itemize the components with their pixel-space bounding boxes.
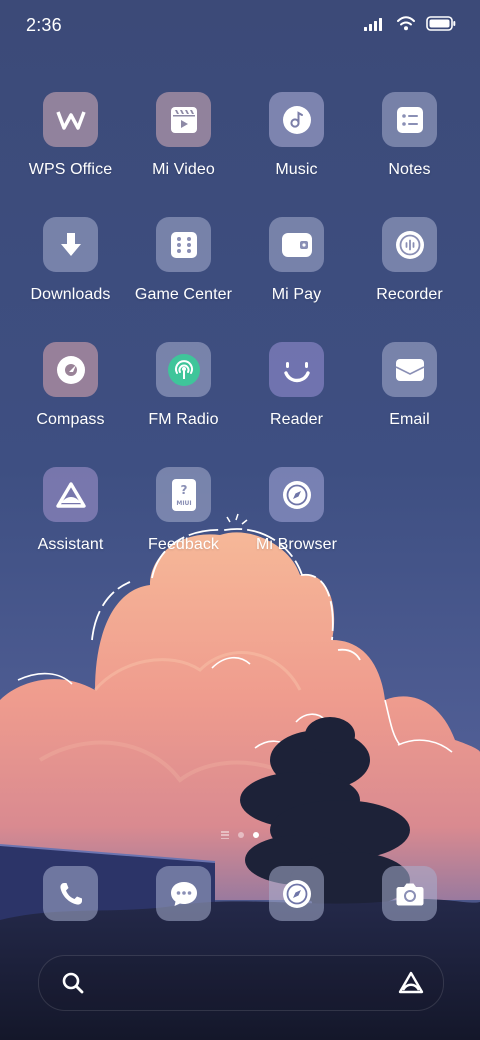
page-menu-icon[interactable]	[221, 831, 229, 839]
battery-icon	[426, 16, 456, 36]
app-wps-office[interactable]: WPS Office	[14, 92, 127, 179]
app-email[interactable]: Email	[353, 342, 466, 429]
svg-text:MIUI: MIUI	[176, 500, 191, 507]
app-label: Downloads	[30, 286, 111, 303]
compass-icon	[43, 342, 98, 397]
search-bar[interactable]	[38, 955, 444, 1011]
app-mi-pay[interactable]: Mi Pay	[240, 217, 353, 304]
app-label: Mi Browser	[255, 536, 337, 553]
game-center-icon	[156, 217, 211, 272]
status-time: 2:36	[26, 15, 62, 35]
app-label: Game Center	[134, 286, 233, 303]
fm-radio-icon	[156, 342, 211, 397]
svg-text:?: ?	[180, 483, 187, 497]
app-reader[interactable]: Reader	[240, 342, 353, 429]
app-label: Notes	[388, 161, 431, 178]
camera-icon[interactable]	[382, 866, 437, 921]
messages-icon[interactable]	[156, 866, 211, 921]
assistant-icon[interactable]	[397, 970, 425, 1001]
app-label: WPS Office	[28, 161, 113, 178]
app-mi-browser[interactable]: Mi Browser	[240, 467, 353, 554]
app-label: Music	[275, 161, 318, 178]
downloads-icon	[43, 217, 98, 272]
wifi-icon	[396, 16, 416, 36]
app-notes[interactable]: Notes	[353, 92, 466, 179]
app-downloads[interactable]: Downloads	[14, 217, 127, 304]
page-indicator[interactable]	[0, 829, 480, 841]
feedback-icon: ? MIUI	[156, 467, 211, 522]
page-dot-active[interactable]	[253, 832, 259, 838]
dock	[0, 866, 480, 926]
app-label: Assistant	[37, 536, 104, 553]
app-assistant[interactable]: Assistant	[14, 467, 127, 554]
app-compass[interactable]: Compass	[14, 342, 127, 429]
notes-icon	[382, 92, 437, 147]
app-label: Reader	[269, 411, 324, 428]
reader-icon	[269, 342, 324, 397]
mi-video-icon	[156, 92, 211, 147]
music-icon	[269, 92, 324, 147]
app-game-center[interactable]: Game Center	[127, 217, 240, 304]
phone-icon[interactable]	[43, 866, 98, 921]
app-label: Recorder	[376, 286, 443, 303]
browser-icon[interactable]	[269, 866, 324, 921]
signal-icon	[364, 17, 386, 36]
app-label: FM Radio	[148, 411, 219, 428]
app-mi-video[interactable]: Mi Video	[127, 92, 240, 179]
page-dot[interactable]	[238, 832, 244, 838]
app-feedback[interactable]: ? MIUI Feedback	[127, 467, 240, 554]
app-label: Mi Video	[152, 161, 215, 178]
assistant-icon	[43, 467, 98, 522]
app-label: Email	[389, 411, 430, 428]
mi-pay-icon	[269, 217, 324, 272]
mi-browser-icon	[269, 467, 324, 522]
status-bar: 2:36	[0, 0, 480, 50]
app-label: Mi Pay	[271, 286, 322, 303]
app-label: Feedback	[147, 536, 220, 553]
wps-office-icon	[43, 92, 98, 147]
app-fm-radio[interactable]: FM Radio	[127, 342, 240, 429]
search-icon[interactable]	[61, 971, 85, 1000]
app-recorder[interactable]: Recorder	[353, 217, 466, 304]
app-music[interactable]: Music	[240, 92, 353, 179]
app-label: Compass	[36, 411, 105, 428]
recorder-icon	[382, 217, 437, 272]
email-icon	[382, 342, 437, 397]
